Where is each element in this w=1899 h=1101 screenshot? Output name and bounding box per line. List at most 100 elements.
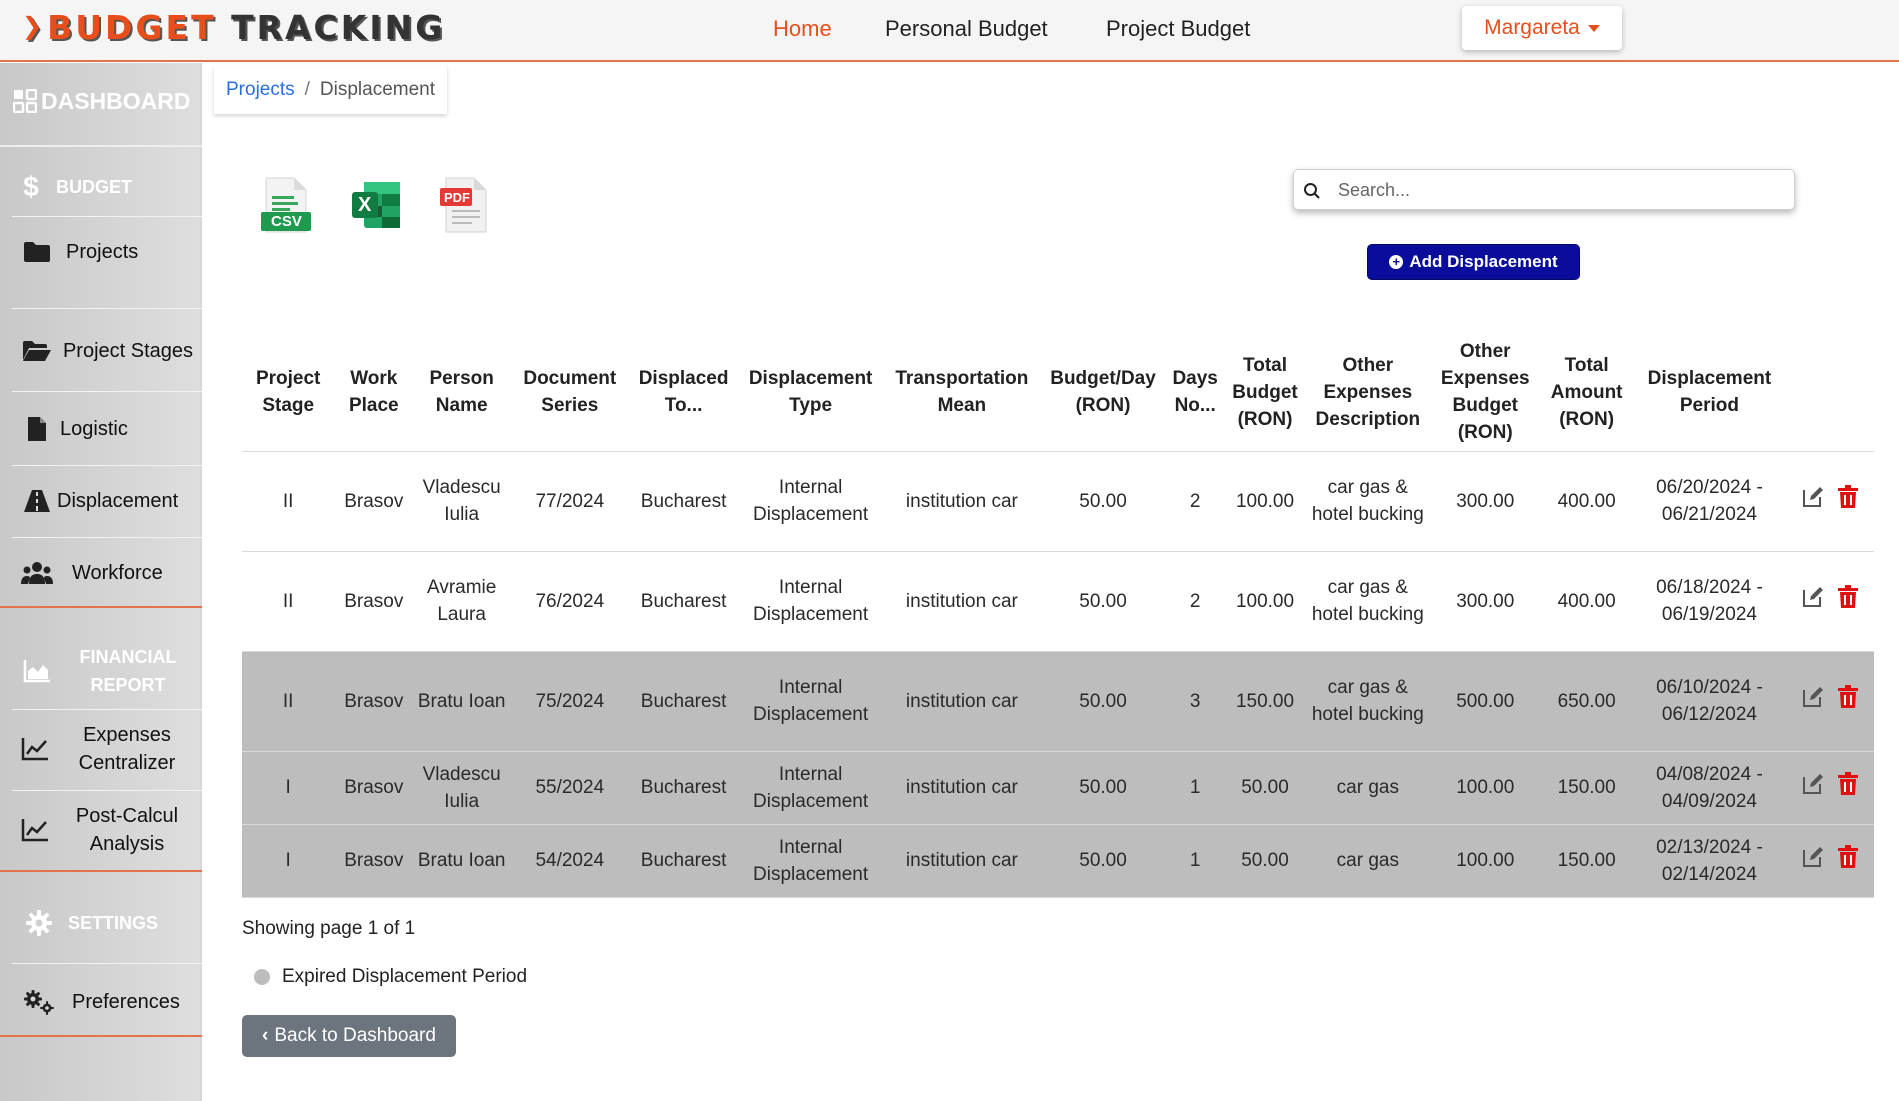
table-cell: 300.00 bbox=[1456, 490, 1515, 512]
column-header[interactable]: Days No... bbox=[1166, 334, 1225, 451]
column-header[interactable]: Budget/Day (RON) bbox=[1040, 334, 1166, 451]
table-cell: Internal Displacement bbox=[753, 763, 869, 812]
edit-icon[interactable] bbox=[1801, 485, 1825, 517]
search-input[interactable] bbox=[1338, 176, 1778, 204]
delete-icon[interactable] bbox=[1837, 585, 1859, 617]
folder-icon bbox=[20, 241, 54, 263]
column-header[interactable]: Work Place bbox=[334, 334, 413, 451]
table-cell: Bucharest bbox=[640, 490, 727, 512]
column-header[interactable]: Document Series bbox=[510, 334, 629, 451]
column-header[interactable]: Project Stage bbox=[242, 334, 334, 451]
sidebar-item-preferences[interactable]: Preferences bbox=[0, 967, 202, 1037]
sidebar-item-projects[interactable]: Projects bbox=[0, 217, 202, 287]
table-cell: 100.00 bbox=[1456, 850, 1515, 871]
sidebar-item-post-calcul-analysis[interactable]: Post-Calcul Analysis bbox=[0, 794, 202, 866]
plus-circle-icon: + bbox=[1389, 255, 1404, 269]
csv-label: CSV bbox=[271, 213, 302, 230]
brand-logo[interactable]: ❯BUDGET TRACKING bbox=[22, 8, 445, 47]
breadcrumb-current: Displacement bbox=[319, 79, 436, 100]
sidebar-item-project-stages[interactable]: Project Stages bbox=[0, 315, 202, 387]
export-excel-button[interactable]: X bbox=[348, 176, 404, 234]
line-chart-icon bbox=[18, 818, 52, 842]
legend: Expired Displacement Period bbox=[254, 966, 527, 988]
export-pdf-button[interactable]: PDF bbox=[436, 176, 492, 234]
back-to-dashboard-button[interactable]: ‹ Back to Dashboard bbox=[242, 1015, 456, 1057]
table-cell: 50.00 bbox=[1079, 590, 1127, 612]
sidebar-item-label: Project Stages bbox=[62, 340, 194, 362]
sidebar-item-label: Workforce bbox=[72, 561, 163, 584]
table-cell: Bucharest bbox=[640, 690, 727, 712]
table-cell: 75/2024 bbox=[535, 690, 605, 712]
brand-chevron-icon: ❯ bbox=[22, 12, 46, 40]
column-header[interactable]: Person Name bbox=[413, 334, 510, 451]
delete-icon[interactable] bbox=[1837, 685, 1859, 717]
sidebar-item-displacement[interactable]: Displacement bbox=[0, 466, 202, 536]
column-header[interactable]: Total Amount (RON) bbox=[1540, 334, 1632, 451]
table-cell: 400.00 bbox=[1557, 590, 1616, 612]
delete-icon[interactable] bbox=[1837, 485, 1859, 517]
edit-icon[interactable] bbox=[1801, 845, 1825, 877]
table-cell: 100.00 bbox=[1235, 590, 1295, 612]
nav-project-budget[interactable]: Project Budget bbox=[1106, 16, 1250, 42]
table-cell: car gas & hotel bucking bbox=[1311, 677, 1424, 725]
caret-down-icon bbox=[1587, 24, 1600, 32]
sidebar-dashboard-link[interactable]: DASHBOARD bbox=[0, 75, 202, 127]
table-cell: Brasov bbox=[344, 690, 404, 712]
table-cell: Internal Displacement bbox=[753, 577, 869, 625]
column-header[interactable]: Total Budget (RON) bbox=[1224, 334, 1305, 451]
sidebar-item-label: Preferences bbox=[72, 990, 180, 1013]
delete-icon[interactable] bbox=[1837, 771, 1859, 804]
table-cell: 100.00 bbox=[1456, 777, 1515, 798]
breadcrumb-projects-link[interactable]: Projects bbox=[226, 79, 295, 101]
edit-icon[interactable] bbox=[1801, 772, 1825, 804]
table-cell: 3 bbox=[1189, 690, 1201, 712]
table-cell: institution car bbox=[905, 777, 1018, 798]
table-cell: Internal Displacement bbox=[753, 477, 869, 525]
sidebar-item-workforce[interactable]: Workforce bbox=[0, 538, 202, 608]
user-menu-button[interactable]: Margareta bbox=[1462, 6, 1622, 50]
table-cell: institution car bbox=[905, 850, 1018, 871]
row-actions bbox=[1786, 451, 1874, 551]
delete-icon[interactable] bbox=[1837, 844, 1859, 877]
breadcrumb: Projects / Displacement bbox=[214, 66, 448, 114]
nav-personal-budget[interactable]: Personal Budget bbox=[885, 16, 1048, 42]
row-actions bbox=[1786, 551, 1874, 651]
sidebar-header-settings: SETTINGS bbox=[0, 901, 202, 945]
column-header[interactable]: Transportation Mean bbox=[884, 334, 1041, 451]
row-actions bbox=[1786, 651, 1874, 751]
table-cell: 50.00 bbox=[1241, 777, 1289, 798]
column-header[interactable]: Displaced To... bbox=[630, 334, 738, 451]
sidebar-item-expenses-centralizer[interactable]: Expenses Centralizer bbox=[0, 713, 202, 785]
column-header[interactable]: Other Expenses Description bbox=[1306, 334, 1431, 451]
table-cell: Brasov bbox=[344, 777, 404, 798]
sidebar-item-logistic[interactable]: Logistic bbox=[0, 394, 202, 464]
gear-icon bbox=[22, 910, 56, 936]
pagination-info: Showing page 1 of 1 bbox=[242, 918, 416, 939]
column-header[interactable]: Displacement Type bbox=[738, 334, 884, 451]
add-displacement-button[interactable]: + Add Displacement bbox=[1367, 244, 1580, 280]
sidebar-item-label: Projects bbox=[66, 240, 139, 263]
divider bbox=[12, 709, 202, 710]
column-header[interactable]: Displacement Period bbox=[1633, 334, 1786, 451]
column-header[interactable]: Other Expenses Budget (RON) bbox=[1430, 334, 1540, 451]
table-cell: II bbox=[282, 690, 294, 712]
brand-word-budget: BUDGET bbox=[47, 8, 217, 47]
export-csv-button[interactable]: CSV bbox=[258, 176, 314, 234]
table-cell: 2 bbox=[1189, 490, 1201, 512]
table-cell: car gas & hotel bucking bbox=[1311, 577, 1424, 625]
divider bbox=[12, 963, 202, 964]
table-cell: Brasov bbox=[344, 590, 404, 612]
sidebar-dashboard-label: DASHBOARD bbox=[41, 87, 191, 114]
nav-home[interactable]: Home bbox=[773, 16, 832, 42]
edit-icon[interactable] bbox=[1801, 685, 1825, 717]
table-cell: 650.00 bbox=[1557, 690, 1616, 712]
edit-icon[interactable] bbox=[1801, 585, 1825, 617]
table-cell: II bbox=[282, 490, 294, 512]
table-cell: Bratu Ioan bbox=[417, 850, 506, 871]
row-actions bbox=[1786, 824, 1874, 897]
table-cell: 400.00 bbox=[1557, 490, 1616, 512]
table-row: II Brasov Bratu Ioan 75/2024 Bucharest Intern… bbox=[242, 651, 1874, 751]
table-cell: 1 bbox=[1189, 777, 1201, 798]
chevron-left-icon: ‹ bbox=[262, 1025, 269, 1046]
table-cell: 06/18/2024 - 06/19/2024 bbox=[1656, 577, 1763, 625]
